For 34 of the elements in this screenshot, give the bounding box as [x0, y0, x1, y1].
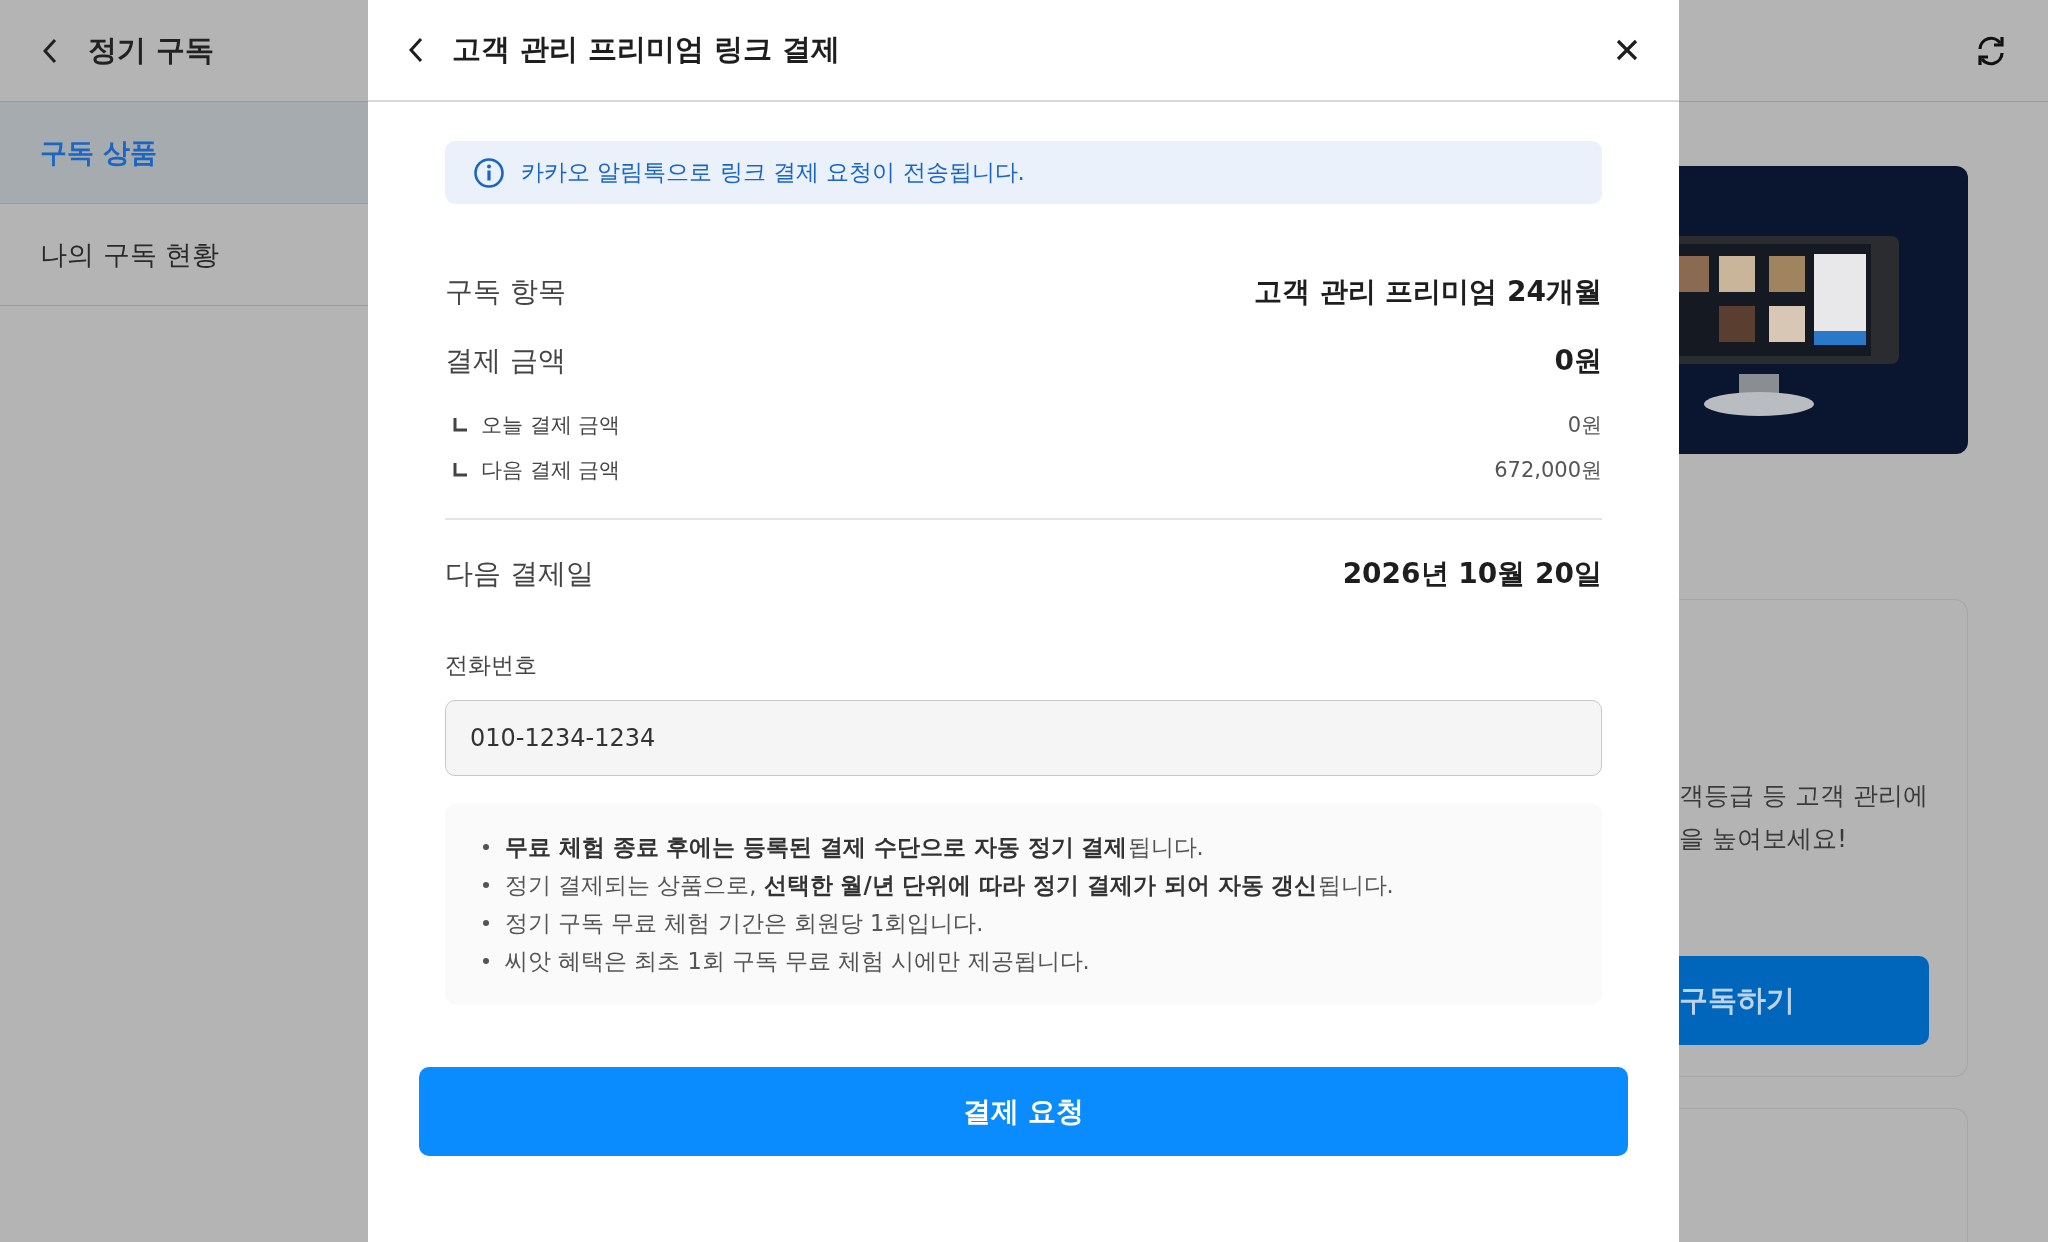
next-payment-label: 다음 결제일 [445, 556, 594, 592]
info-text: 카카오 알림톡으로 링크 결제 요청이 전송됩니다. [521, 158, 1025, 187]
note-text: 정기 구독 무료 체험 기간은 회원당 1회입니다. [505, 909, 984, 938]
note-text: 씨앗 혜택은 최초 1회 구독 무료 체험 시에만 제공됩니다. [505, 947, 1090, 976]
modal-title: 고객 관리 프리미엄 링크 결제 [452, 31, 842, 68]
card-text: 을 높여보세요! [1679, 823, 1848, 855]
corner-icon [453, 463, 467, 477]
back-icon[interactable] [42, 37, 58, 64]
bullet-icon [483, 920, 489, 926]
note-text: 무료 체험 종료 후에는 등록된 결제 수단으로 자동 정기 결제됩니다. [505, 833, 1204, 862]
summary-value: 0원 [1554, 342, 1602, 379]
next-payment-value: 2026년 10월 20일 [1342, 556, 1602, 592]
breakdown-label: 다음 결제 금액 [481, 457, 622, 484]
back-icon[interactable] [408, 37, 424, 63]
summary-label: 구독 항목 [445, 274, 566, 310]
bullet-icon [483, 958, 489, 964]
info-icon [473, 156, 505, 189]
breakdown-value: 672,000원 [1494, 457, 1602, 484]
bullet-icon [483, 844, 489, 850]
corner-icon [453, 417, 467, 432]
page-title: 정기 구독 [88, 31, 215, 69]
summary-label: 결제 금액 [445, 342, 566, 379]
close-icon[interactable] [1615, 38, 1639, 62]
sidebar-item[interactable]: 구독 상품 [0, 102, 368, 204]
breakdown-value: 0원 [1567, 411, 1602, 439]
card-text: 객등급 등 고객 관리에 [1679, 780, 1929, 812]
phone-field[interactable]: 010-1234-1234 [445, 700, 1602, 776]
breakdown-label: 오늘 결제 금액 [481, 411, 622, 439]
summary-value: 고객 관리 프리미엄 24개월 [1253, 274, 1602, 310]
subscribe-button[interactable]: 구독하기 [1679, 956, 1929, 1045]
bullet-icon [483, 882, 489, 888]
phone-label: 전화번호 [445, 651, 538, 680]
payment-request-button[interactable]: 결제 요청 [419, 1067, 1628, 1156]
note-text: 정기 결제되는 상품으로, 선택한 월/년 단위에 따라 정기 결제가 되어 자동 갱신됩니다. [505, 871, 1394, 900]
